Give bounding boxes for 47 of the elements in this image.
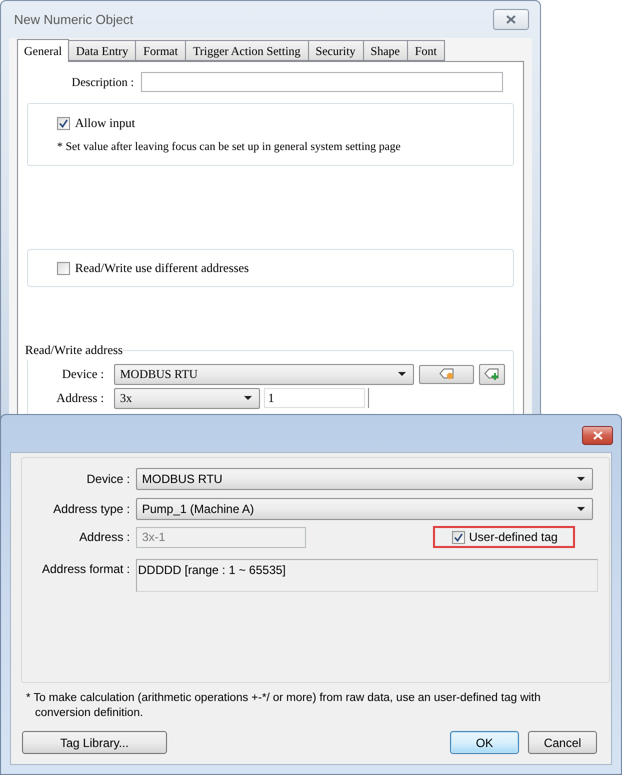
field-label: Address type : bbox=[52, 501, 130, 518]
description-field[interactable] bbox=[141, 72, 503, 92]
tab[interactable]: Security bbox=[308, 40, 364, 61]
checkbox-label: Read/Write use different addresses bbox=[75, 260, 249, 277]
dialog-button[interactable]: Cancel bbox=[528, 731, 597, 754]
note-text: * Set value after leaving focus can be set up in general system setting page bbox=[57, 140, 402, 155]
field-label: Address : bbox=[55, 390, 104, 407]
close-button[interactable] bbox=[582, 426, 613, 445]
checkmark-icon bbox=[454, 532, 463, 542]
group-title: Read/Write address bbox=[25, 342, 123, 359]
tab[interactable]: Trigger Action Setting bbox=[184, 40, 309, 61]
checkmark-icon bbox=[59, 118, 68, 128]
close-icon bbox=[592, 431, 602, 440]
dialog-button[interactable]: Tag Library... bbox=[22, 731, 167, 754]
tab[interactable]: General bbox=[17, 39, 69, 62]
tag-add-button[interactable] bbox=[479, 364, 505, 385]
checkbox-label: Allow input bbox=[75, 115, 136, 132]
close-icon bbox=[506, 15, 516, 24]
checkbox[interactable] bbox=[57, 116, 70, 130]
note-text: * To make calculation (arithmetic operations +-*/ or more) from raw data, use an user-defined tag with conversion definition. bbox=[25, 691, 542, 721]
field-label: Device : bbox=[86, 471, 130, 488]
tab[interactable]: Format bbox=[135, 40, 186, 61]
device-select[interactable]: MODBUS RTU bbox=[114, 364, 414, 385]
field-label: Device : bbox=[61, 366, 104, 383]
close-button[interactable] bbox=[493, 9, 529, 30]
checkbox[interactable] bbox=[57, 262, 70, 274]
tab[interactable]: Shape bbox=[362, 40, 408, 61]
tag-plus-icon bbox=[484, 368, 500, 381]
address-format-field: DDDDD [range : 1 ~ 65535] bbox=[136, 559, 598, 592]
address-field[interactable]: 1 bbox=[264, 388, 365, 408]
checkbox-label: User-defined tag bbox=[469, 529, 558, 546]
field-label: Description : bbox=[70, 74, 134, 91]
caret-icon bbox=[577, 477, 585, 481]
address-type-select[interactable]: 3x bbox=[114, 388, 260, 409]
caret-icon bbox=[398, 372, 406, 376]
address-type-select[interactable]: Pump_1 (Machine A) bbox=[136, 498, 593, 520]
field-label: Address : bbox=[78, 529, 130, 546]
tab[interactable]: Font bbox=[406, 40, 445, 61]
tab[interactable]: Data Entry bbox=[68, 40, 136, 61]
caret-icon bbox=[244, 396, 252, 400]
field-label: Address format : bbox=[40, 561, 130, 578]
tag-settings-button[interactable] bbox=[419, 364, 474, 384]
window-title: New Numeric Object bbox=[14, 10, 134, 29]
caret-icon bbox=[577, 507, 585, 511]
dialog-button[interactable]: OK bbox=[450, 731, 519, 754]
device-select[interactable]: MODBUS RTU bbox=[136, 468, 593, 490]
checkbox[interactable] bbox=[452, 530, 465, 544]
